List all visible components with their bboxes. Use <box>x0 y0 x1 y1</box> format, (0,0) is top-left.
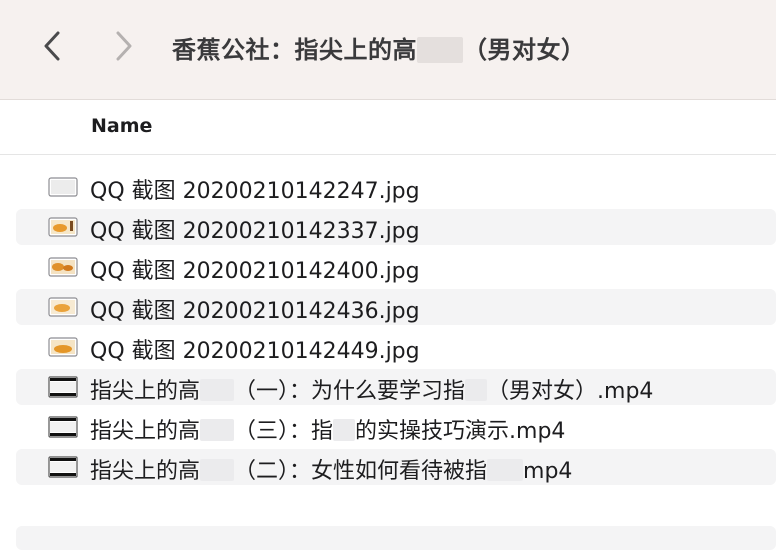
image-file-icon <box>48 257 78 277</box>
file-name: QQ 截图 20200210142337.jpg <box>90 219 420 244</box>
chevron-right-icon <box>116 31 132 61</box>
file-name: 指尖上的高 （一）：为什么要学习指 （男对女）.mp4 <box>90 379 654 404</box>
chevron-left-icon <box>44 31 60 61</box>
file-name: QQ 截图 20200210142449.jpg <box>90 339 420 364</box>
list-item[interactable]: QQ 截图 20200210142436.jpg <box>0 287 776 327</box>
image-file-icon <box>48 217 78 237</box>
redacted-block <box>200 419 235 441</box>
file-name: 指尖上的高 （二）：女性如何看待被指 mp4 <box>90 459 573 484</box>
redacted-block <box>487 459 524 481</box>
forward-button[interactable] <box>106 28 142 64</box>
image-file-icon <box>48 337 78 357</box>
list-item[interactable]: QQ 截图 20200210142337.jpg <box>0 207 776 247</box>
list-item[interactable]: QQ 截图 20200210142400.jpg <box>0 247 776 287</box>
redacted-block <box>465 379 488 401</box>
file-name: QQ 截图 20200210142400.jpg <box>90 259 420 284</box>
image-file-icon <box>48 177 78 197</box>
list-header: Name <box>0 101 776 155</box>
video-file-icon <box>48 416 78 438</box>
back-button[interactable] <box>34 28 70 64</box>
file-name: 指尖上的高 （三）：指 的实操技巧演示.mp4 <box>90 419 566 444</box>
empty-list-row <box>16 526 776 550</box>
redacted-block <box>333 419 356 441</box>
redacted-block <box>200 459 235 481</box>
file-list: QQ 截图 20200210142247.jpg QQ 截图 202002101… <box>0 167 776 487</box>
toolbar: 香蕉公社：指尖上的高 （男对女） <box>0 0 776 100</box>
list-item[interactable]: QQ 截图 20200210142449.jpg <box>0 327 776 367</box>
window-title: 香蕉公社：指尖上的高 （男对女） <box>172 36 586 64</box>
video-file-icon <box>48 456 78 478</box>
list-item[interactable]: QQ 截图 20200210142247.jpg <box>0 167 776 207</box>
list-item[interactable]: 指尖上的高 （三）：指 的实操技巧演示.mp4 <box>0 407 776 447</box>
image-file-icon <box>48 297 78 317</box>
video-file-icon <box>48 376 78 398</box>
list-item[interactable]: 指尖上的高 （二）：女性如何看待被指 mp4 <box>0 447 776 487</box>
file-name: QQ 截图 20200210142436.jpg <box>90 299 420 324</box>
redacted-block <box>417 37 463 63</box>
list-item[interactable]: 指尖上的高 （一）：为什么要学习指 （男对女）.mp4 <box>0 367 776 407</box>
file-name: QQ 截图 20200210142247.jpg <box>90 179 420 204</box>
redacted-block <box>200 379 235 401</box>
name-column-header[interactable]: Name <box>91 115 152 137</box>
